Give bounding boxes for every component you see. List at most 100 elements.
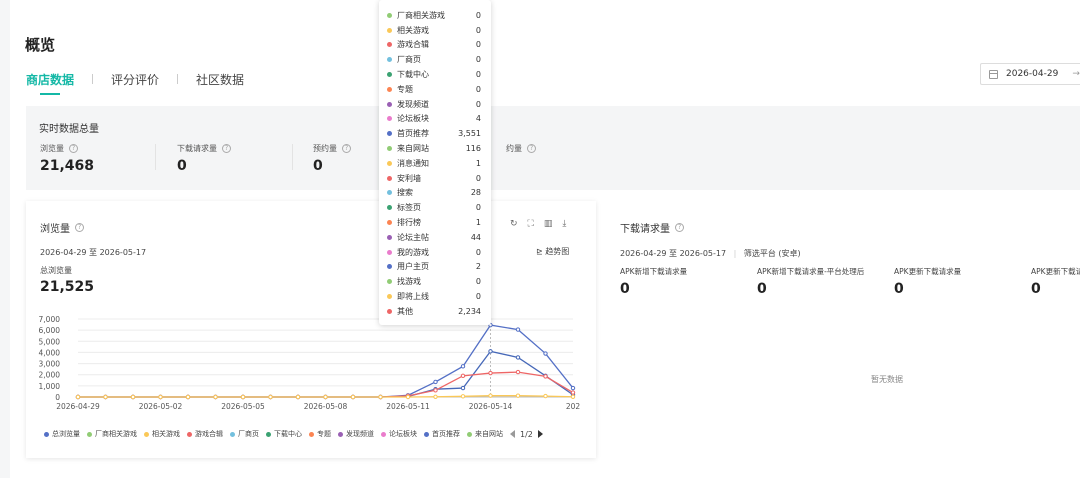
tooltip-dot xyxy=(387,308,392,314)
tooltip-series-name: 其他 xyxy=(397,306,413,316)
tooltip-series-name: 论坛主帖 xyxy=(397,232,429,242)
question-circle-icon[interactable]: ? xyxy=(222,144,231,153)
dl-metric-value: 0 xyxy=(1031,281,1041,297)
download-filter[interactable]: 筛选平台 (安卓) xyxy=(744,249,801,258)
chevron-left-icon[interactable] xyxy=(510,430,515,438)
data-point xyxy=(570,390,576,395)
metric-divider xyxy=(155,144,156,170)
tooltip-row: 消息通知 1 xyxy=(387,156,481,171)
dl-metric-label: APK新增下载请求量-平台处理后 xyxy=(757,267,865,276)
metric-reservations-label: 预约量 xyxy=(313,144,337,153)
legend-item[interactable]: 厂商相关游戏 xyxy=(87,429,137,439)
x-tick-label: 2026-05-02 xyxy=(139,402,183,411)
tooltip-row: 排行榜 1 xyxy=(387,215,481,230)
legend-item[interactable]: 相关游戏 xyxy=(144,429,180,439)
tooltip-series-name: 专题 xyxy=(397,84,413,94)
tooltip-series-name: 搜索 xyxy=(397,188,413,198)
tooltip-row: 我的游戏 0 xyxy=(387,245,481,260)
tooltip-dot xyxy=(387,279,392,285)
download-range-text: 2026-04-29 至 2026-05-17 xyxy=(620,249,727,258)
tooltip-row: 其他 2,234 xyxy=(387,304,481,319)
tooltip-row: 标签页 0 xyxy=(387,200,481,215)
legend-dot xyxy=(187,431,192,437)
dl-metric-label: APK更新下载请 xyxy=(1031,267,1080,276)
legend-pager: 1/2 xyxy=(510,430,543,439)
tooltip-dot xyxy=(387,220,392,226)
data-point xyxy=(130,394,136,400)
tooltip-series-name: 来自网站 xyxy=(397,144,429,154)
tooltip-series-value: 0 xyxy=(475,203,481,213)
tooltip-series-value: 0 xyxy=(475,25,481,35)
metric-reservations-value: 0 xyxy=(313,158,323,174)
data-point xyxy=(75,394,81,400)
tab-ratings[interactable]: 评分评价 xyxy=(111,71,159,88)
legend-dot xyxy=(44,431,49,437)
question-circle-icon[interactable]: ? xyxy=(527,144,536,153)
tooltip-series-value: 0 xyxy=(475,70,481,80)
tooltip-series-name: 标签页 xyxy=(397,203,421,213)
legend-item[interactable]: 论坛板块 xyxy=(381,429,417,439)
tooltip-dot xyxy=(387,116,392,122)
data-point xyxy=(240,394,246,400)
legend-item[interactable]: 下载中心 xyxy=(266,429,302,439)
y-tick-label: 6,000 xyxy=(39,326,61,335)
calendar-icon xyxy=(989,69,998,79)
page-title: 概览 xyxy=(25,36,56,54)
legend-page-indicator: 1/2 xyxy=(520,429,533,439)
legend-dot xyxy=(266,431,271,437)
data-point xyxy=(268,394,273,400)
data-point xyxy=(570,385,576,391)
dl-metric-value: 0 xyxy=(620,281,630,297)
legend-item[interactable]: 游戏合辑 xyxy=(187,429,223,439)
legend-item[interactable]: 专题 xyxy=(309,429,331,439)
tab-community[interactable]: 社区数据 xyxy=(196,71,244,88)
question-circle-icon[interactable]: ? xyxy=(69,144,78,153)
y-tick-label: 4,000 xyxy=(39,348,61,357)
legend-dot xyxy=(338,431,343,437)
data-point xyxy=(543,374,548,379)
legend-dot xyxy=(381,431,386,437)
tab-divider xyxy=(177,74,179,84)
legend-dot xyxy=(87,431,92,437)
dl-metric-apk-new: APK新增下载请求量 0 xyxy=(620,266,687,297)
tooltip-dot xyxy=(387,57,392,63)
legend-label: 厂商页 xyxy=(238,430,259,438)
tooltip-series-value: 0 xyxy=(475,40,481,50)
legend-label: 首页推荐 xyxy=(432,430,460,438)
legend-label: 相关游戏 xyxy=(152,430,180,438)
date-range-picker[interactable]: 2026-04-29 → xyxy=(980,63,1080,85)
question-circle-icon[interactable]: ? xyxy=(342,144,351,153)
data-point xyxy=(185,394,191,400)
data-point xyxy=(213,394,218,400)
tab-store-data[interactable]: 商店数据 xyxy=(26,71,74,95)
metric-views-label: 浏览量 xyxy=(40,144,64,153)
metric-reservations: 预约量? 0 xyxy=(313,143,351,174)
legend-item[interactable]: 厂商页 xyxy=(230,429,259,439)
legend-item[interactable]: 发现频道 xyxy=(338,429,374,439)
legend-label: 总浏览量 xyxy=(52,430,80,438)
tooltip-row: 游戏合辑 0 xyxy=(387,38,481,53)
x-tick-label: 2026-04-29 xyxy=(56,402,100,411)
data-point xyxy=(570,394,576,399)
tooltip-series-value: 0 xyxy=(475,247,481,257)
legend-item[interactable]: 来自网站 xyxy=(467,429,503,439)
tooltip-row: 来自网站 116 xyxy=(387,141,481,156)
legend-item[interactable]: 总浏览量 xyxy=(44,429,80,439)
tooltip-row: 相关游戏 0 xyxy=(387,23,481,38)
data-point xyxy=(460,373,466,379)
legend-label: 游戏合辑 xyxy=(195,430,223,438)
series-line xyxy=(78,350,574,398)
data-point xyxy=(515,369,521,375)
tooltip-series-name: 下载中心 xyxy=(397,70,429,80)
tooltip-dot xyxy=(387,86,392,92)
data-point xyxy=(515,393,521,398)
tooltip-series-value: 3,551 xyxy=(458,129,481,139)
legend-dot xyxy=(230,431,235,437)
data-point xyxy=(433,388,438,393)
tooltip-row: 安利墙 0 xyxy=(387,171,481,186)
chevron-right-icon[interactable] xyxy=(537,430,543,438)
legend-item[interactable]: 首页推荐 xyxy=(424,429,460,439)
question-circle-icon[interactable]: ? xyxy=(675,223,684,232)
legend-label: 论坛板块 xyxy=(389,430,417,438)
tooltip-series-name: 找游戏 xyxy=(397,277,421,287)
